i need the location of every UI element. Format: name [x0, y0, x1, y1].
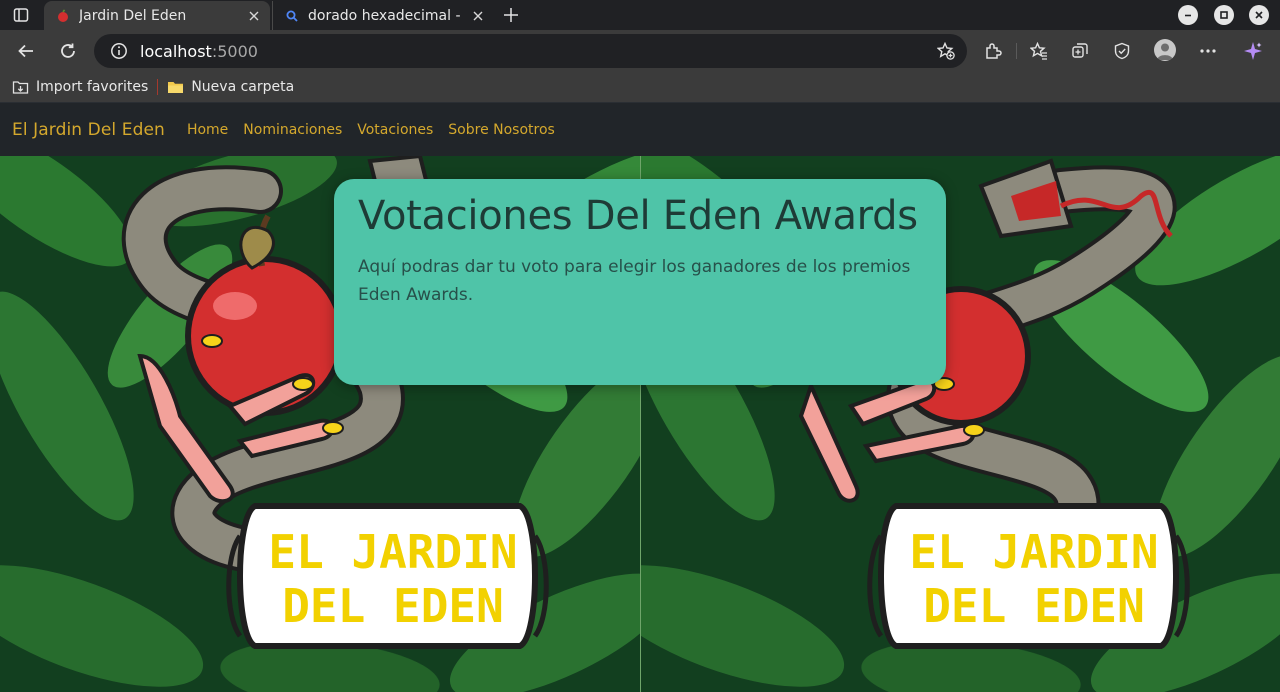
hero-title: Votaciones Del Eden Awards [358, 193, 918, 239]
bookmark-label: Import favorites [36, 79, 149, 95]
folder-icon [168, 82, 184, 93]
new-tab-icon[interactable] [500, 4, 522, 26]
browser-toolbar: localhost:5000 [0, 30, 1280, 72]
import-icon [12, 81, 29, 94]
browser-essentials-icon[interactable] [1110, 39, 1134, 63]
copilot-sparkle-icon[interactable] [1241, 39, 1265, 63]
tab-title: Jardin Del Eden [79, 7, 187, 24]
tab-strip: Jardin Del Eden dorado hexadecimal - Bú [0, 0, 1280, 30]
close-tab-icon[interactable] [470, 8, 486, 24]
site-info-icon[interactable] [110, 42, 128, 60]
maximize-icon[interactable] [1214, 5, 1234, 25]
banner-text-line2: DEL EDEN [282, 579, 504, 633]
banner-text-line2: DEL EDEN [923, 579, 1145, 633]
hero-subtitle: Aquí podras dar tu voto para elegir los … [358, 257, 911, 305]
address-url: localhost:5000 [140, 41, 258, 61]
bookmark-nueva-carpeta[interactable]: Nueva carpeta [167, 75, 294, 99]
bookmark-import-favorites[interactable]: Import favorites [12, 75, 148, 99]
profile-avatar-icon[interactable] [1154, 39, 1176, 61]
apple-favicon-icon [56, 8, 70, 23]
collections-icon[interactable] [1068, 39, 1092, 63]
site-brand[interactable]: El Jardin Del Eden [12, 120, 165, 140]
bookmark-divider [157, 79, 159, 95]
address-bar[interactable]: localhost:5000 [94, 34, 967, 68]
nav-link-sobre-nosotros[interactable]: Sobre Nosotros [448, 122, 555, 138]
nav-link-nominaciones[interactable]: Nominaciones [243, 122, 342, 138]
bookmarks-bar: Import favorites Nueva carpeta [0, 72, 1280, 102]
close-window-icon[interactable] [1249, 5, 1269, 25]
tab-title: dorado hexadecimal - Bú [308, 7, 464, 24]
tab-actions-icon[interactable] [8, 4, 34, 26]
tab-dorado-hexadecimal[interactable]: dorado hexadecimal - Bú [272, 1, 494, 30]
favorites-icon[interactable] [1027, 39, 1051, 63]
banner-text-line1: EL JARDIN [268, 525, 517, 579]
toolbar-divider [1016, 43, 1017, 59]
bookmark-label: Nueva carpeta [191, 79, 295, 95]
refresh-icon[interactable] [56, 39, 80, 63]
hero-card: Votaciones Del Eden Awards Aquí podras d… [334, 179, 946, 385]
search-favicon-icon [285, 9, 299, 23]
add-favorite-icon[interactable] [937, 42, 955, 60]
more-options-icon[interactable] [1196, 39, 1220, 63]
minimize-icon[interactable] [1178, 5, 1198, 25]
site-navbar: El Jardin Del Eden Home Nominaciones Vot… [0, 102, 1280, 156]
extensions-icon[interactable] [981, 39, 1005, 63]
back-arrow-icon[interactable] [14, 39, 38, 63]
close-tab-icon[interactable] [246, 8, 262, 24]
banner-text-line1: EL JARDIN [909, 525, 1158, 579]
nav-link-votaciones[interactable]: Votaciones [357, 122, 433, 138]
nav-link-home[interactable]: Home [187, 122, 228, 138]
tab-jardin-del-eden[interactable]: Jardin Del Eden [44, 1, 270, 30]
